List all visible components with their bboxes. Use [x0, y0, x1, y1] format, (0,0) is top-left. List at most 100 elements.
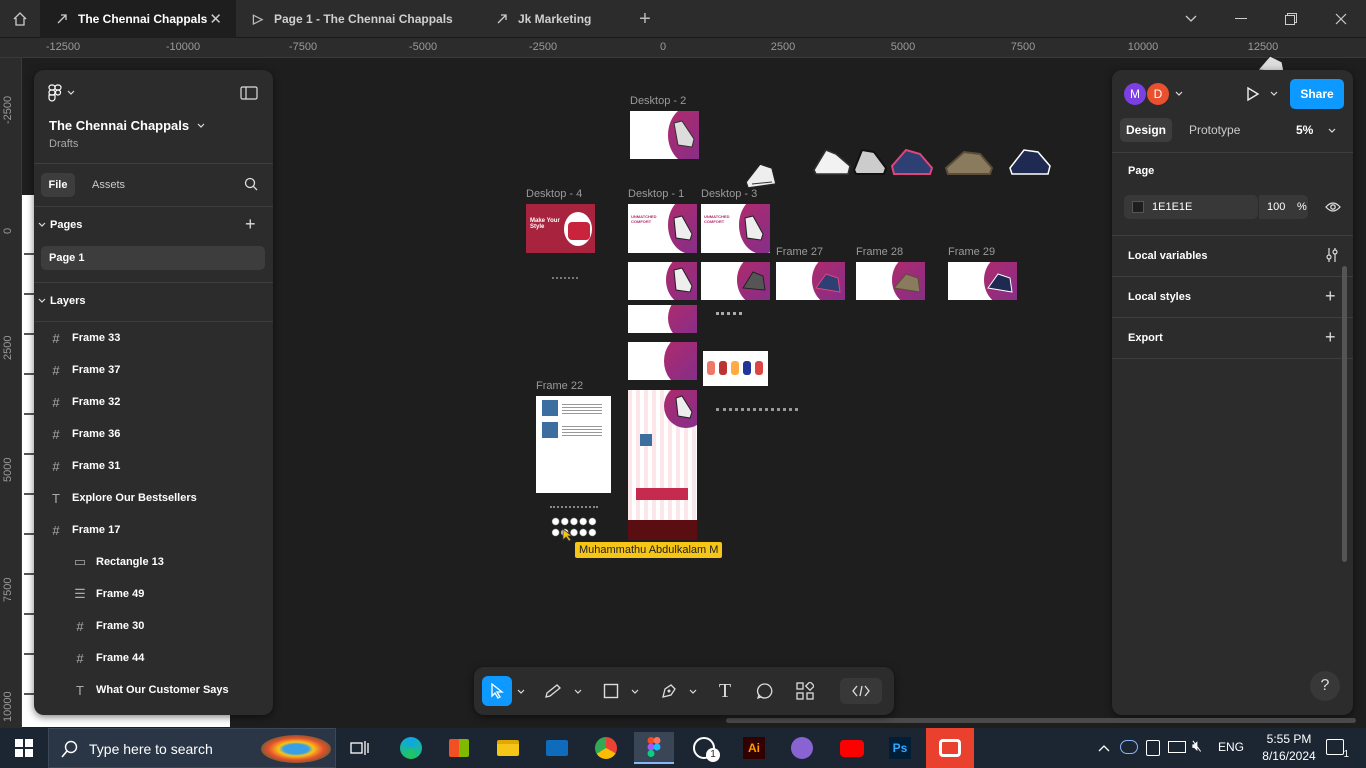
mail-icon[interactable]	[537, 732, 577, 764]
shoe-image[interactable]	[944, 144, 994, 176]
chevron-down-icon[interactable]	[1175, 91, 1183, 97]
frame-29[interactable]	[948, 262, 1017, 300]
tab-file[interactable]: File	[41, 173, 75, 197]
frame-mobile[interactable]	[628, 390, 697, 540]
taskbar-search-box[interactable]: Type here to search	[48, 728, 336, 768]
pages-header[interactable]: Pages	[38, 219, 82, 231]
comment-tool-button[interactable]	[750, 677, 780, 705]
layer-frame-37[interactable]: # Frame 37	[34, 354, 273, 386]
search-icon[interactable]	[244, 177, 258, 196]
frame-products[interactable]	[703, 351, 768, 386]
layer-frame-49[interactable]: ☰ Frame 49	[34, 578, 273, 610]
file-location[interactable]: Drafts	[49, 138, 78, 150]
shoe-image[interactable]	[812, 144, 852, 176]
main-menu-button[interactable]	[48, 84, 75, 102]
wps-office-icon[interactable]	[926, 728, 974, 768]
move-tool-button[interactable]	[482, 676, 512, 706]
notifications-icon[interactable]: 1	[1326, 739, 1349, 760]
whatsapp-icon[interactable]: 1	[684, 732, 724, 764]
local-variables[interactable]: Local variables	[1128, 250, 1208, 262]
actions-button[interactable]	[790, 677, 820, 705]
color-swatch[interactable]	[1132, 201, 1144, 213]
chevron-down-icon[interactable]	[631, 689, 639, 695]
text-tool-button[interactable]: T	[710, 677, 740, 705]
export[interactable]: Export	[1128, 332, 1163, 344]
layer-frame-31[interactable]: # Frame 31	[34, 450, 273, 482]
store-icon[interactable]	[439, 732, 479, 764]
github-desktop-icon[interactable]	[782, 732, 822, 764]
frame-hero-2[interactable]	[701, 262, 770, 300]
eye-icon[interactable]	[1325, 201, 1341, 213]
frame-27[interactable]	[776, 262, 845, 300]
shoe-image[interactable]	[852, 144, 888, 176]
layer-frame-30[interactable]: # Frame 30	[34, 610, 273, 642]
task-view-icon[interactable]	[340, 732, 380, 764]
file-explorer-icon[interactable]	[488, 732, 528, 764]
dev-mode-toggle[interactable]	[840, 678, 882, 704]
avatar[interactable]: M	[1124, 83, 1146, 105]
language-indicator[interactable]: ENG	[1218, 740, 1244, 754]
figma-taskbar-icon[interactable]	[634, 732, 674, 764]
frame-hero-1[interactable]	[628, 262, 697, 300]
add-export-icon[interactable]: +	[1325, 327, 1336, 348]
layer-frame-17[interactable]: # Frame 17	[34, 514, 273, 546]
clock-time[interactable]: 5:55 PM	[1256, 732, 1322, 746]
onedrive-icon[interactable]	[1120, 740, 1138, 754]
icon-grid[interactable]	[551, 516, 597, 538]
draw-tool-button[interactable]	[538, 677, 568, 705]
shape-tool-button[interactable]	[596, 677, 626, 705]
desktop-1-frame[interactable]: UNMATCHED COMFORT	[628, 204, 697, 253]
frame-28[interactable]	[856, 262, 925, 300]
layers-header[interactable]: Layers	[38, 295, 85, 307]
windows-start-icon[interactable]	[4, 732, 44, 764]
volume-muted-icon[interactable]: 🔇︎	[1192, 738, 1202, 756]
photoshop-icon[interactable]: Ps	[880, 732, 920, 764]
shoe-image[interactable]	[890, 144, 934, 176]
tab-design[interactable]: Design	[1120, 118, 1172, 142]
zoom-level[interactable]: 5%	[1296, 123, 1313, 137]
present-play-icon[interactable]	[1246, 86, 1260, 102]
page-opacity-field[interactable]: 100 %	[1258, 195, 1308, 219]
pen-tool-button[interactable]	[654, 677, 684, 705]
tab-assets[interactable]: Assets	[92, 179, 125, 191]
network-icon[interactable]	[1168, 741, 1186, 753]
chevron-down-icon[interactable]	[517, 689, 525, 695]
chevron-down-icon[interactable]	[574, 689, 582, 695]
desktop-2-frame[interactable]	[630, 111, 699, 159]
variables-settings-icon[interactable]	[1324, 247, 1340, 263]
layer-explore-our-bestsellers[interactable]: T Explore Our Bestsellers	[34, 482, 273, 514]
shoe-image[interactable]	[1008, 144, 1052, 176]
add-style-icon[interactable]: +	[1325, 286, 1336, 307]
layer-what-our-customer-says[interactable]: T What Our Customer Says	[34, 674, 273, 706]
layer-rectangle-13[interactable]: ▭ Rectangle 13	[34, 546, 273, 578]
clock-date[interactable]: 8/16/2024	[1256, 749, 1322, 763]
file-title[interactable]: The Chennai Chappals	[49, 118, 205, 133]
avatar[interactable]: D	[1147, 83, 1169, 105]
share-button[interactable]: Share	[1290, 79, 1344, 109]
frame-hero-3[interactable]	[628, 305, 697, 333]
frame-22[interactable]	[536, 396, 611, 493]
layer-frame-33[interactable]: # Frame 33	[34, 322, 273, 354]
chrome-icon[interactable]	[586, 732, 626, 764]
chevron-up-icon[interactable]	[1098, 744, 1110, 752]
local-styles[interactable]: Local styles	[1128, 291, 1191, 303]
page-background-color-field[interactable]: 1E1E1E	[1124, 195, 1258, 219]
device-icon[interactable]	[1146, 740, 1160, 756]
layer-frame-44[interactable]: # Frame 44	[34, 642, 273, 674]
illustrator-icon[interactable]: Ai	[734, 732, 774, 764]
horizontal-scrollbar[interactable]	[726, 718, 1356, 723]
chevron-down-icon[interactable]	[1328, 128, 1336, 134]
desktop-4-frame[interactable]: Make Your Style	[526, 204, 595, 253]
edge-icon[interactable]	[391, 732, 431, 764]
layer-frame-36[interactable]: # Frame 36	[34, 418, 273, 450]
shoe-image[interactable]	[742, 160, 778, 190]
page-item-page-1[interactable]: Page 1	[41, 246, 265, 270]
sidebar-toggle-icon[interactable]	[240, 86, 258, 105]
add-page-icon[interactable]: +	[245, 215, 256, 233]
youtube-icon[interactable]	[832, 732, 872, 764]
help-icon[interactable]: ?	[1310, 671, 1340, 701]
layer-frame-32[interactable]: # Frame 32	[34, 386, 273, 418]
scrollbar[interactable]	[1342, 266, 1347, 562]
desktop-3-frame[interactable]: UNMATCHED COMFORT	[701, 204, 770, 253]
chevron-down-icon[interactable]	[1270, 91, 1278, 97]
